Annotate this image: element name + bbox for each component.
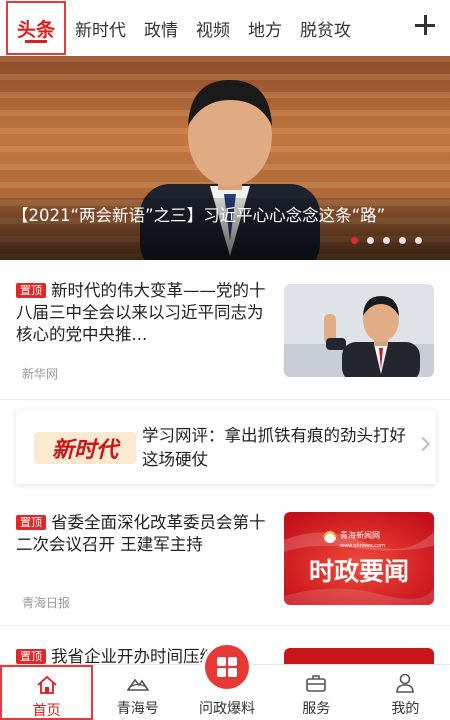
- report-button[interactable]: [205, 645, 249, 689]
- nav-label: 问政爆料: [199, 701, 255, 717]
- news-thumbnail: [284, 284, 434, 377]
- thumb-site: www.qhnews.com: [340, 543, 385, 549]
- mountain-icon: [126, 678, 149, 691]
- nav-service[interactable]: 服务: [272, 665, 361, 720]
- hero-caption: 【2021“两会新语”之三】习近平心心念念这条“路”: [0, 198, 450, 260]
- channel-tabs: 头条 新时代 政情 视频 地方 脱贫攻: [0, 0, 450, 56]
- news-title-text: 省委全面深化改革委员会第十二次会议召开 王建军主持: [16, 513, 266, 554]
- special-title: 学习网评：拿出抓铁有痕的劲头打好这场硬仗: [142, 426, 406, 469]
- carousel-dot[interactable]: [415, 237, 422, 244]
- user-icon: [396, 673, 415, 693]
- nav-profile[interactable]: 我的: [361, 665, 450, 720]
- pinned-badge: 置顶: [16, 649, 46, 664]
- carousel-dot[interactable]: [383, 237, 390, 244]
- tab-local[interactable]: 地方: [239, 0, 291, 56]
- nav-qinghai-hao[interactable]: 青海号: [93, 665, 182, 720]
- nav-label: 我的: [391, 701, 420, 717]
- tab-politics[interactable]: 政情: [135, 0, 187, 56]
- bottom-navigation: 首页 青海号 问政爆料 服务 我的: [0, 645, 450, 720]
- news-title-text: 新时代的伟大变革——党的十八届三中全会以来以习近平同志为核心的党中央推...: [16, 281, 266, 344]
- carousel-dot[interactable]: [351, 237, 358, 244]
- carousel-dot[interactable]: [399, 237, 406, 244]
- pinned-badge: 置顶: [16, 515, 46, 530]
- thumb-text: 时政要闻: [309, 557, 409, 586]
- news-source: 青海日报: [22, 596, 71, 610]
- briefcase-icon: [306, 675, 327, 692]
- tab-label: 视频: [196, 20, 231, 41]
- carousel-indicator: [351, 237, 422, 244]
- tab-label: 地方: [248, 20, 283, 41]
- tab-label: 头条: [17, 18, 56, 41]
- thumb-brand: 青海新闻网: [340, 530, 380, 540]
- tab-label: 新时代: [75, 20, 127, 41]
- nav-report[interactable]: 问政爆料: [182, 645, 271, 720]
- tab-video[interactable]: 视频: [187, 0, 239, 56]
- new-era-logo: 新时代: [34, 432, 136, 464]
- news-source: 新华网: [22, 367, 59, 381]
- special-topic-card[interactable]: 新时代 学习网评：拿出抓铁有痕的劲头打好这场硬仗: [16, 410, 436, 484]
- grid-icon: [217, 657, 237, 677]
- chevron-right-icon: [415, 436, 431, 452]
- news-item[interactable]: 置顶 新时代的伟大变革——党的十八届三中全会以来以习近平同志为核心的党中央推...…: [0, 260, 450, 400]
- news-title: 置顶 新时代的伟大变革——党的十八届三中全会以来以习近平同志为核心的党中央推...: [16, 280, 268, 346]
- news-title: 置顶 省委全面深化改革委员会第十二次会议召开 王建军主持: [16, 512, 268, 556]
- tab-new-era[interactable]: 新时代: [66, 0, 135, 56]
- nav-home[interactable]: 首页: [0, 665, 94, 720]
- add-channel-icon[interactable]: [414, 14, 436, 36]
- carousel-dot[interactable]: [367, 237, 374, 244]
- home-icon: [36, 675, 57, 694]
- svg-text:新时代: 新时代: [52, 437, 121, 463]
- nav-label: 首页: [32, 703, 61, 719]
- hero-banner[interactable]: 【2021“两会新语”之三】习近平心心念念这条“路”: [0, 56, 450, 260]
- tab-label: 脱贫攻: [300, 20, 352, 41]
- tab-label: 政情: [144, 20, 179, 41]
- tab-headlines[interactable]: 头条: [6, 1, 67, 55]
- nav-label: 服务: [302, 701, 331, 717]
- news-item[interactable]: 置顶 省委全面深化改革委员会第十二次会议召开 王建军主持 青海日报 青海新闻网 w…: [0, 496, 450, 626]
- news-thumbnail: 青海新闻网 www.qhnews.com 时政要闻: [284, 512, 434, 605]
- pinned-badge: 置顶: [16, 283, 46, 298]
- nav-label: 青海号: [116, 701, 159, 717]
- tab-poverty[interactable]: 脱贫攻: [291, 0, 360, 56]
- active-tab-indicator: [25, 40, 47, 43]
